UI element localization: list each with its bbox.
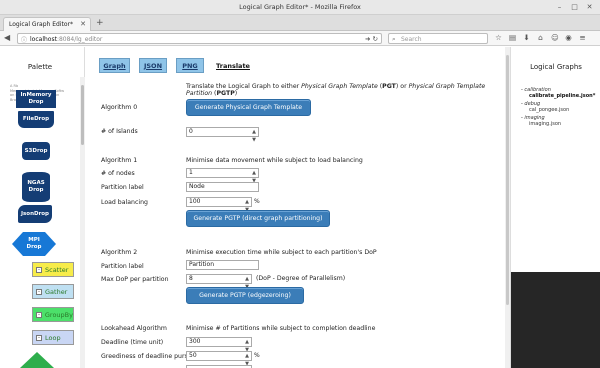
chat-icon[interactable]: ☺ [551,33,559,42]
toolbar-icons: ☆ ▤ ⬇ ⌂ ☺ ◉ ≡ [495,33,586,42]
window-title: Logical Graph Editor* - Mozilla Firefox [239,3,361,11]
back-icon[interactable]: ◀ [4,33,10,42]
algo2-partition-input[interactable]: Partition [186,260,259,270]
logical-graphs-list: - calibration calibrate_pipeline.json* -… [521,87,595,129]
window-titlebar: Logical Graph Editor* - Mozilla Firefox … [0,0,600,15]
dark-panel [511,272,600,368]
load-balancing-label: Load balancing [101,199,148,206]
palette-ngas-drop[interactable]: NGAS Drop [22,172,50,202]
bookmark-star-icon[interactable]: ☆ [495,33,502,42]
maximize-icon[interactable]: □ [570,3,579,12]
deadline-input[interactable]: 300 ▲ ▼ [186,337,252,353]
islands-select[interactable]: 0 ▲ ▼ [186,127,259,143]
palette-scrollbar[interactable] [80,77,85,368]
algo0-label: Algorithm 0 [101,104,138,111]
tab-png[interactable]: PNG [176,58,204,73]
main-content: Graph JSON PNG Translate Translate the L… [90,47,505,368]
algo2-partition-label: Partition label [101,263,144,270]
load-pct: % [254,198,260,205]
algo1-desc: Minimise data movement while subject to … [186,157,363,164]
algo1-partition-label: Partition label [101,184,144,191]
view-tabs: Graph JSON PNG Translate [99,58,253,73]
palette-title: Palette [27,63,53,71]
deadline-label: Deadline (time unit) [101,339,164,346]
url-text: localhost:8084/lg_editor [30,35,103,43]
nav-bar: ◀ ⓘ localhost:8084/lg_editor ➜ ↻ ⌕ Searc… [0,31,600,46]
tab-translate[interactable]: Translate [213,58,253,73]
algo1-partition-input[interactable]: Node [186,182,259,192]
url-bar[interactable]: ⓘ localhost:8084/lg_editor ➜ ↻ [17,33,382,44]
logical-graphs-title: Logical Graphs [530,63,582,71]
palette-gather[interactable]: – Gather [32,284,74,299]
palette-s3-drop[interactable]: S3Drop [22,142,50,160]
islands-label: # of Islands [101,128,138,135]
dop-note: (DoP - Degree of Parallelism) [256,275,346,282]
home-icon[interactable]: ⌂ [537,33,544,42]
lg-file[interactable]: calibrate_pipeline.json* [521,93,595,99]
tab-label: Logical Graph Editor* [9,21,74,28]
algo1-label: Algorithm 1 [101,157,138,164]
greediness-input[interactable]: 50 ▲ ▼ [186,351,252,367]
tab-json[interactable]: JSON [139,58,167,73]
translate-intro: Translate the Logical Graph to either Ph… [186,83,486,97]
algo2-desc: Minimise execution time while subject to… [186,249,377,256]
lg-file[interactable]: imaging.json [521,121,595,127]
minimize-icon[interactable]: – [555,3,564,12]
logical-graphs-panel: Logical Graphs - calibration calibrate_p… [510,47,600,368]
lookahead-label: Lookahead Algorithm [101,325,167,332]
search-placeholder: Search [401,35,422,43]
generate-pgt-button[interactable]: Generate Physical Graph Template [186,99,311,116]
greedy-pct: % [254,352,260,359]
pocket-icon[interactable]: ◉ [565,33,572,42]
lg-file[interactable]: cal_pongee.json [521,107,595,113]
dop-select[interactable]: 8▲▼ [186,274,252,290]
window-controls: – □ ✕ [555,3,594,12]
palette-scatter[interactable]: – Scatter [32,262,74,277]
browser-tab[interactable]: Logical Graph Editor* ✕ [3,17,91,31]
reload-icon[interactable]: ➜ ↻ [365,35,378,43]
menu-icon[interactable]: ≡ [579,33,586,42]
algo2-label: Algorithm 2 [101,249,138,256]
nodes-select[interactable]: 1 ▲ ▼ [186,168,259,184]
new-tab-icon[interactable]: + [96,18,104,28]
close-window-icon[interactable]: ✕ [585,3,594,12]
generate-pgtp-edgezeroing-button[interactable]: Generate PGTP (edgezeroing) [186,287,304,304]
reading-list-icon[interactable]: ▤ [509,33,516,42]
info-icon[interactable]: ⓘ [21,35,27,44]
palette-inmemory-drop[interactable]: InMemory Drop [16,90,56,108]
download-icon[interactable]: ⬇ [523,33,530,42]
search-icon: ⌕ [392,34,396,43]
palette-json-drop[interactable]: JsonDrop [18,205,52,223]
search-bar[interactable]: ⌕ Search [388,33,488,44]
nodes-label: # of nodes [101,170,135,177]
generate-pgtp-direct-button[interactable]: Generate PGTP (direct graph partitioning… [186,210,330,227]
greediness-label: Greediness of deadline pursue [101,353,196,360]
palette-loop[interactable]: – Loop [32,330,74,345]
palette-groupby[interactable]: – GroupBy [32,307,74,322]
load-balancing-input[interactable]: 100▲▼ [186,197,252,213]
lookahead-desc: Minimise # of Partitions while subject t… [186,325,376,332]
tab-graph[interactable]: Graph [99,58,130,73]
tab-close-icon[interactable]: ✕ [80,20,86,28]
tab-bar: Logical Graph Editor* ✕ + [0,15,600,31]
dop-label: Max DoP per partition [101,276,169,283]
palette-file-drop[interactable]: FileDrop [18,111,54,128]
